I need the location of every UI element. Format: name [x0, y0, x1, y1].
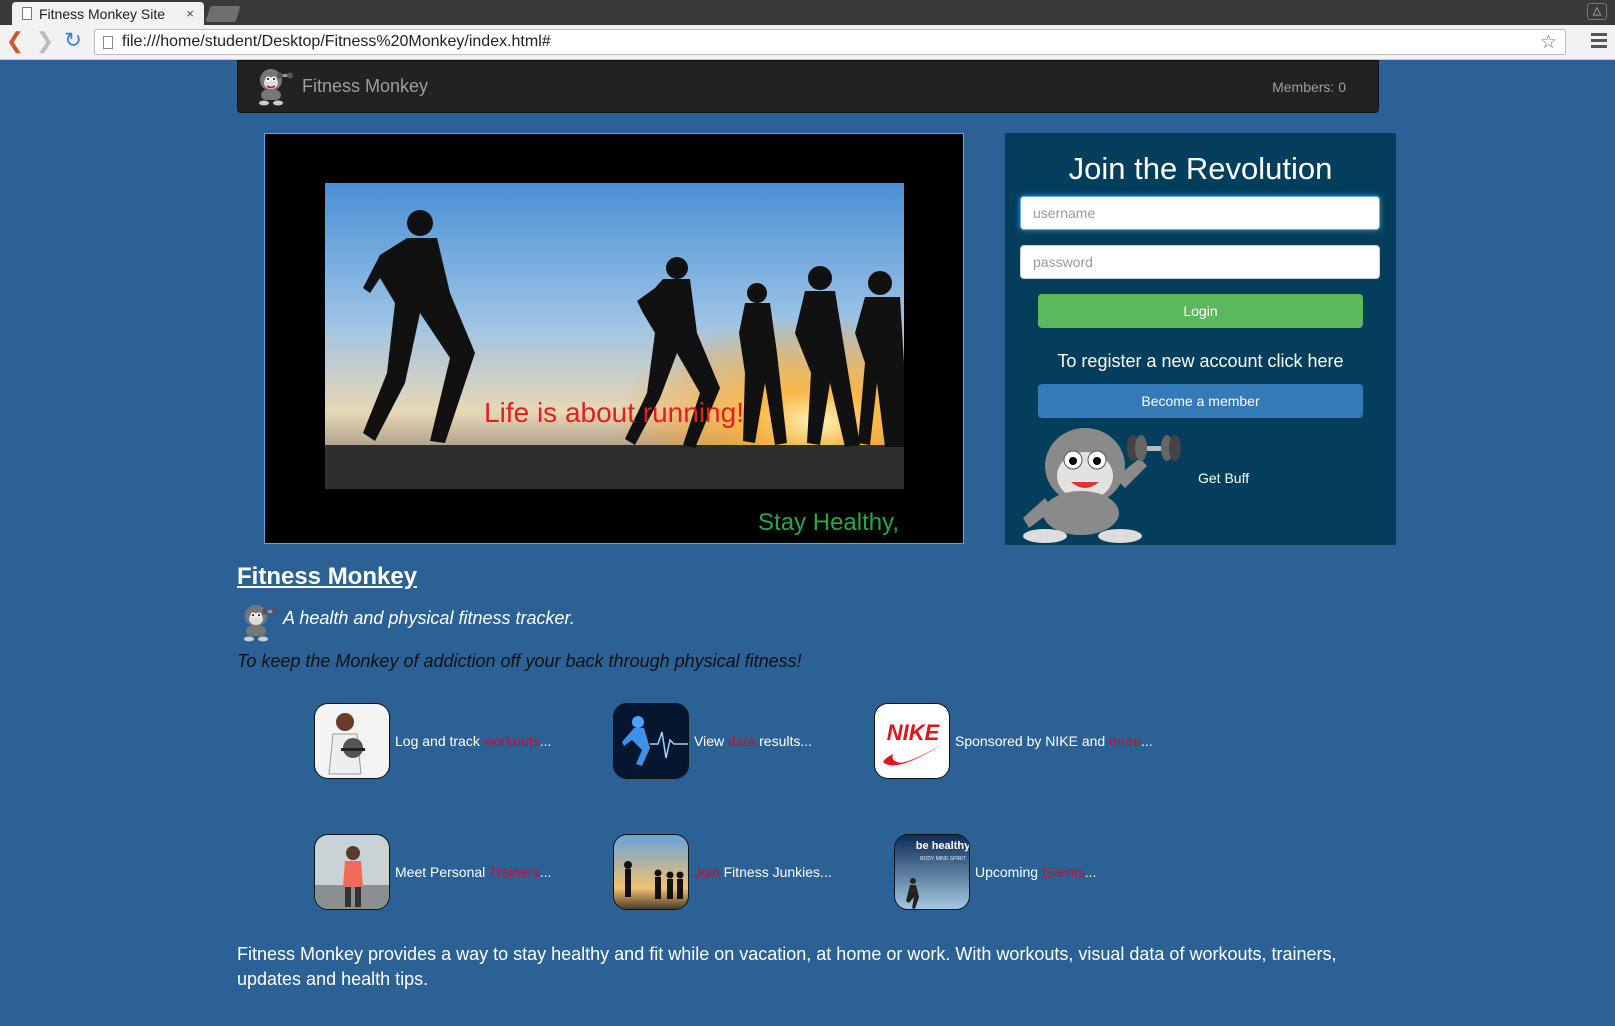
- hero-carousel: Life is about running! Stay Healthy,: [264, 133, 964, 544]
- register-prompt: To register a new account click here: [1057, 351, 1344, 371]
- trainers-link[interactable]: Trainers: [489, 864, 540, 880]
- brand-link[interactable]: Fitness Monkey: [302, 76, 428, 97]
- page-icon: [22, 7, 32, 20]
- trainer-thumbnail[interactable]: [314, 834, 390, 910]
- password-input[interactable]: [1020, 245, 1380, 279]
- menu-icon[interactable]: [1591, 33, 1607, 51]
- about-subtitle: A health and physical fitness tracker.: [283, 608, 575, 628]
- xray-runner-thumbnail[interactable]: [613, 703, 689, 779]
- feature-text: Upcoming Events...: [975, 864, 1097, 880]
- join-panel: Join the Revolution Login To register a …: [1005, 133, 1396, 545]
- browser-toolbar: ❮ ❯ ↻ file:///home/student/Desktop/Fitne…: [0, 25, 1615, 60]
- feature-text: Log and track workouts...: [395, 733, 552, 749]
- svg-text:BODY MIND SPIRIT: BODY MIND SPIRIT: [920, 856, 966, 862]
- feature-events[interactable]: be healthy BODY MIND SPIRIT Upcoming Eve…: [894, 834, 1096, 910]
- monkey-logo-icon[interactable]: [252, 66, 294, 106]
- feature-text: Sponsored by NIKE and more...: [955, 733, 1153, 749]
- feature-trainers[interactable]: Meet Personal Trainers...: [314, 834, 551, 910]
- monkey-logo-icon: [244, 605, 278, 642]
- boxer-thumbnail[interactable]: [314, 703, 390, 779]
- feature-junkies[interactable]: Join Fitness Junkies...: [613, 834, 832, 910]
- feature-text: View data results...: [694, 733, 813, 749]
- about-quote: To keep the Monkey of addiction off your…: [237, 651, 802, 671]
- forward-arrow-icon[interactable]: ❯: [34, 30, 56, 54]
- become-member-button[interactable]: Become a member: [1038, 384, 1363, 418]
- get-buff-label: Get Buff: [1198, 470, 1250, 486]
- tab-close-icon[interactable]: ×: [186, 6, 194, 21]
- events-link[interactable]: Events: [1042, 864, 1085, 880]
- svg-text:NIKE: NIKE: [887, 720, 941, 745]
- browser-tab-strip: Fitness Monkey Site × △: [0, 0, 1615, 25]
- carousel-tagline: Stay Healthy,: [758, 509, 899, 536]
- site-navbar: Fitness Monkey Members: 0: [237, 60, 1379, 113]
- address-bar[interactable]: file:///home/student/Desktop/Fitness%20M…: [94, 29, 1566, 55]
- feature-data[interactable]: View data results...: [613, 703, 812, 779]
- page-icon: [103, 35, 113, 49]
- bookmark-star-icon[interactable]: ☆: [1540, 31, 1557, 54]
- monkey-mascot-icon: [1023, 428, 1181, 543]
- feature-workouts[interactable]: Log and track workouts...: [314, 703, 551, 779]
- url-text[interactable]: file:///home/student/Desktop/Fitness%20M…: [122, 33, 1540, 51]
- runners-sunset-image: [325, 183, 904, 489]
- new-tab-button[interactable]: [205, 6, 241, 22]
- group-runners-thumbnail[interactable]: [613, 834, 689, 910]
- feature-text: Meet Personal Trainers...: [395, 864, 552, 880]
- feature-text: Join Fitness Junkies...: [694, 864, 832, 880]
- reload-icon[interactable]: ↻: [62, 30, 84, 54]
- about-title: Fitness Monkey: [237, 563, 418, 590]
- browser-tab[interactable]: Fitness Monkey Site ×: [12, 2, 204, 25]
- join-title: Join the Revolution: [1068, 151, 1333, 186]
- username-input[interactable]: [1020, 196, 1380, 230]
- join-link[interactable]: Join: [694, 864, 720, 880]
- feature-sponsors[interactable]: NIKE Sponsored by NIKE and more...: [874, 703, 1153, 779]
- profile-icon[interactable]: △: [1587, 3, 1607, 20]
- nike-logo-thumbnail[interactable]: NIKE: [874, 703, 950, 779]
- carousel-caption: Life is about running!: [484, 397, 744, 428]
- svg-text:be healthy: be healthy: [916, 840, 970, 852]
- tab-title: Fitness Monkey Site: [39, 5, 166, 22]
- members-count: Members: 0: [1272, 79, 1346, 95]
- description-paragraph: Fitness Monkey provides a way to stay he…: [237, 944, 1337, 989]
- data-link[interactable]: data: [728, 733, 755, 749]
- back-arrow-icon[interactable]: ❮: [4, 30, 26, 54]
- be-healthy-thumbnail[interactable]: be healthy BODY MIND SPIRIT: [894, 834, 970, 910]
- more-link[interactable]: more: [1109, 733, 1141, 749]
- workouts-link[interactable]: workouts: [484, 733, 540, 749]
- login-button[interactable]: Login: [1038, 294, 1363, 328]
